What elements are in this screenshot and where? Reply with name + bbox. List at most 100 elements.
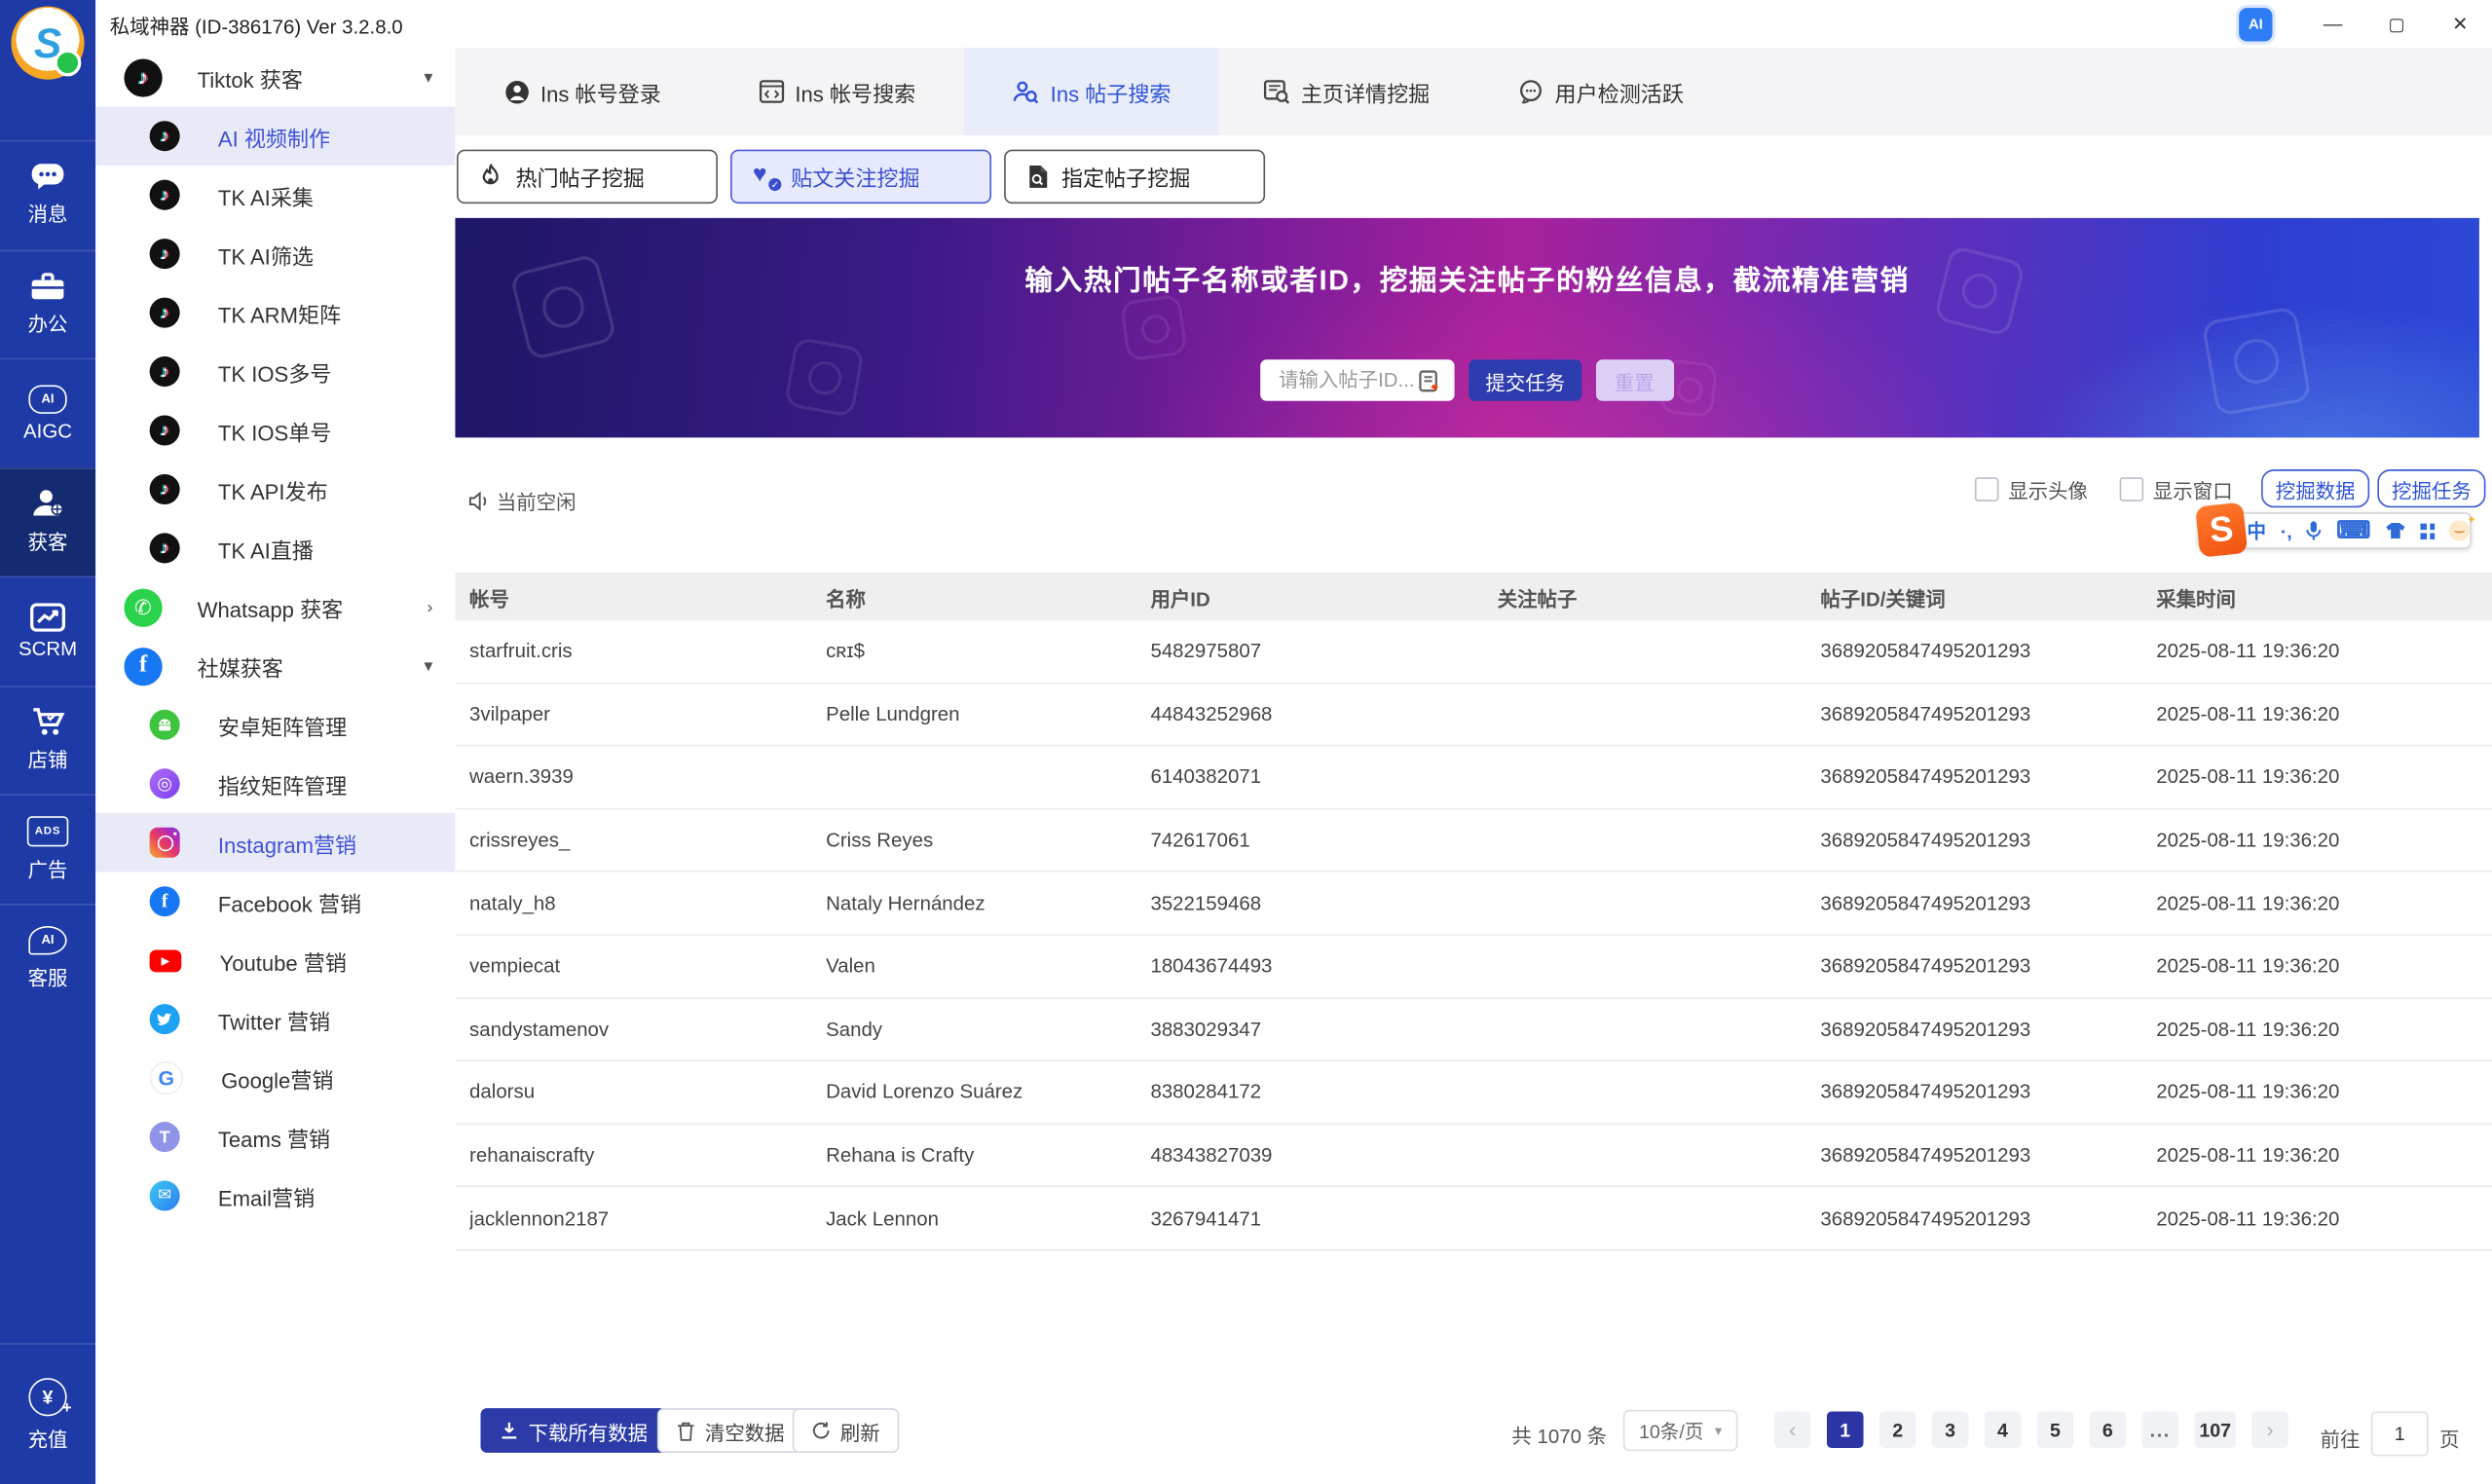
- tab-ins-post-search[interactable]: Ins 帖子搜索: [964, 48, 1219, 135]
- chat-check-icon: [1520, 80, 1542, 104]
- browser-code-icon: [759, 80, 784, 103]
- table-row[interactable]: 3vilpaper Pelle Lundgren 44843252968 368920…: [455, 683, 2492, 747]
- paste-icon[interactable]: [1419, 368, 1443, 392]
- table-row[interactable]: rehanaiscrafty Rehana is Crafty 4834382703…: [455, 1124, 2492, 1188]
- table-row[interactable]: crissreyes_ Criss Reyes 742617061 368920584…: [455, 809, 2492, 873]
- column-header: 采集时间: [2156, 587, 2236, 611]
- rail-item-acquisition[interactable]: 获客: [0, 466, 96, 576]
- sidebar-item-tiktok-group[interactable]: ♪ Tiktok 获客 ▾: [95, 48, 455, 106]
- rail-item-recharge[interactable]: ¥ + 充值: [0, 1343, 96, 1484]
- show-window-checkbox[interactable]: 显示窗口: [2119, 474, 2233, 504]
- table-row[interactable]: nataly_h8 Nataly Hernández 3522159468 36892…: [455, 872, 2492, 936]
- ai-assistant-icon[interactable]: AI: [2239, 7, 2273, 41]
- sidebar-item-tk-api-publish[interactable]: ♪ TK API发布: [95, 460, 455, 518]
- punctuation-icon[interactable]: ·,: [2281, 521, 2292, 540]
- page-size-select[interactable]: 10条/页 ▾: [1622, 1409, 1738, 1452]
- tab-ins-account-login[interactable]: Ins 帐号登录: [455, 48, 709, 135]
- keyboard-icon[interactable]: ⌨: [2336, 519, 2370, 543]
- tiktok-icon: ♪: [149, 179, 180, 210]
- table-row[interactable]: jacklennon2187 Jack Lennon 3267941471 36892…: [455, 1187, 2492, 1251]
- rail-item-messages[interactable]: 消息: [0, 139, 96, 249]
- download-all-button[interactable]: 下载所有数据: [480, 1408, 667, 1453]
- rail-item-shop[interactable]: 店铺: [0, 685, 96, 794]
- chinese-mode-icon[interactable]: 中: [2247, 521, 2266, 540]
- ai-chat-icon: AI: [28, 925, 67, 955]
- more-pages-button[interactable]: ...: [2141, 1411, 2179, 1449]
- column-header: 帐号: [469, 587, 509, 611]
- sidebar-item-social-group[interactable]: f 社媒获客 ▾: [95, 637, 455, 695]
- table-row[interactable]: vempiecat Valen 18043674493 368920584749520…: [455, 935, 2492, 999]
- mine-data-button[interactable]: 挖掘数据: [2261, 469, 2370, 508]
- sidebar-item-tk-ios-multi[interactable]: ♪ TK IOS多号: [95, 342, 455, 400]
- hero-banner: 输入热门帖子名称或者ID，挖掘关注帖子的粉丝信息，截流精准营销 提交任务 重置: [455, 217, 2479, 438]
- sidebar-item-tk-ios-single[interactable]: ♪ TK IOS单号: [95, 401, 455, 460]
- rail-item-support[interactable]: AI 客服: [0, 903, 96, 1012]
- sidebar-item-tk-ai-live[interactable]: ♪ TK AI直播: [95, 519, 455, 577]
- sidebar-item-android-matrix[interactable]: 安卓矩阵管理: [95, 695, 455, 754]
- sogou-logo-icon[interactable]: S: [2195, 501, 2249, 558]
- sidebar-item-instagram-marketing[interactable]: Instagram营销: [95, 813, 456, 872]
- page-button-4[interactable]: 4: [1984, 1411, 2022, 1449]
- sidebar-item-teams-marketing[interactable]: T Teams 营销: [95, 1107, 455, 1166]
- rail-item-ads[interactable]: ADS 广告: [0, 794, 96, 903]
- sidebar-item-whatsapp-group[interactable]: ✆ Whatsapp 获客 ›: [95, 577, 455, 636]
- page-button-1[interactable]: 1: [1826, 1411, 1864, 1449]
- status-row: 当前空闲 显示头像 显示窗口 挖掘数据 挖掘任务 S 中 ·, ⌨: [455, 437, 2492, 558]
- goto-page-input[interactable]: [2370, 1411, 2429, 1457]
- rail-item-label: 获客: [27, 532, 68, 555]
- facebook-icon: f: [124, 647, 163, 686]
- page-button-3[interactable]: 3: [1931, 1411, 1969, 1449]
- show-avatar-checkbox[interactable]: 显示头像: [1974, 474, 2088, 504]
- post-id-input[interactable]: [1275, 367, 1419, 393]
- reset-button[interactable]: 重置: [1595, 359, 1674, 401]
- tab-user-activity-check[interactable]: 用户检测活跃: [1473, 48, 1728, 135]
- page-button-107[interactable]: 107: [2194, 1411, 2236, 1449]
- sidebar-item-tk-ai-collect[interactable]: ♪ TK AI采集: [95, 166, 455, 224]
- close-button[interactable]: ✕: [2429, 0, 2492, 48]
- minimize-button[interactable]: —: [2301, 0, 2364, 48]
- prev-page-button[interactable]: ‹: [1774, 1411, 1811, 1449]
- checkbox-icon[interactable]: [1974, 477, 1999, 501]
- submit-task-button[interactable]: 提交任务: [1469, 359, 1581, 401]
- tab-homepage-detail-mining[interactable]: 主页详情挖掘: [1219, 48, 1473, 135]
- sidebar-item-twitter-marketing[interactable]: Twitter 营销: [95, 989, 455, 1048]
- next-page-button[interactable]: ›: [2251, 1411, 2288, 1449]
- tiktok-icon: ♪: [149, 121, 180, 152]
- checkbox-icon[interactable]: [2119, 477, 2144, 501]
- subtab-hot-post-mining[interactable]: 热门帖子挖掘: [456, 149, 718, 204]
- google-icon: G: [149, 1060, 183, 1095]
- table-row[interactable]: dalorsu David Lorenzo Suárez 8380284172 368…: [455, 1061, 2492, 1125]
- subtab-specified-post-mining[interactable]: 指定帖子挖掘: [1004, 149, 1266, 204]
- sidebar-item-tk-arm-matrix[interactable]: ♪ TK ARM矩阵: [95, 283, 455, 342]
- sidebar-item-google-marketing[interactable]: G Google营销: [95, 1049, 455, 1107]
- app-window: S 消息 办公 AI AIGC 获客 SCRM 店铺 ADS 广告 AI 客服 …: [0, 0, 2492, 1484]
- toolbox-icon[interactable]: [2419, 522, 2436, 539]
- table-row[interactable]: sandystamenov Sandy 3883029347 368920584749…: [455, 998, 2492, 1062]
- table-row[interactable]: waern.3939 6140382071 3689205847495201293 2…: [455, 746, 2492, 810]
- refresh-button[interactable]: 刷新: [792, 1408, 900, 1453]
- tab-ins-account-search[interactable]: Ins 帐号搜索: [710, 48, 964, 135]
- sidebar-item-facebook-marketing[interactable]: f Facebook 营销: [95, 872, 455, 930]
- page-button-2[interactable]: 2: [1878, 1411, 1916, 1449]
- mic-icon[interactable]: [2306, 520, 2322, 540]
- emoji-icon[interactable]: [2449, 514, 2475, 541]
- skin-icon[interactable]: [2385, 522, 2405, 539]
- clear-data-button[interactable]: 清空数据: [656, 1408, 804, 1453]
- mine-task-button[interactable]: 挖掘任务: [2377, 469, 2486, 508]
- sidebar-item-ai-video[interactable]: ♪ AI 视频制作: [95, 106, 456, 166]
- page-button-5[interactable]: 5: [2036, 1411, 2074, 1449]
- sidebar-item-email-marketing[interactable]: ✉ Email营销: [95, 1167, 455, 1225]
- rail-item-office[interactable]: 办公: [0, 248, 96, 358]
- speaker-icon: [468, 490, 487, 511]
- page-button-6[interactable]: 6: [2089, 1411, 2127, 1449]
- sidebar-item-tk-ai-filter[interactable]: ♪ TK AI筛选: [95, 224, 455, 282]
- sidebar-item-youtube-marketing[interactable]: ▶ Youtube 营销: [95, 931, 455, 989]
- rail-item-aigc[interactable]: AI AIGC: [0, 357, 96, 467]
- rail-item-label: SCRM: [18, 637, 78, 660]
- sidebar-item-fingerprint-matrix[interactable]: ◎ 指纹矩阵管理: [95, 755, 455, 813]
- rail-item-scrm[interactable]: SCRM: [0, 575, 96, 686]
- maximize-button[interactable]: ▢: [2364, 0, 2428, 48]
- subtab-post-follow-mining[interactable]: ♥ ✓ 贴文关注挖掘: [730, 149, 992, 204]
- youtube-icon: ▶: [149, 948, 182, 972]
- table-row[interactable]: starfruit.cris ᴄʀɪ$ 5482975807 368920584749…: [455, 620, 2492, 684]
